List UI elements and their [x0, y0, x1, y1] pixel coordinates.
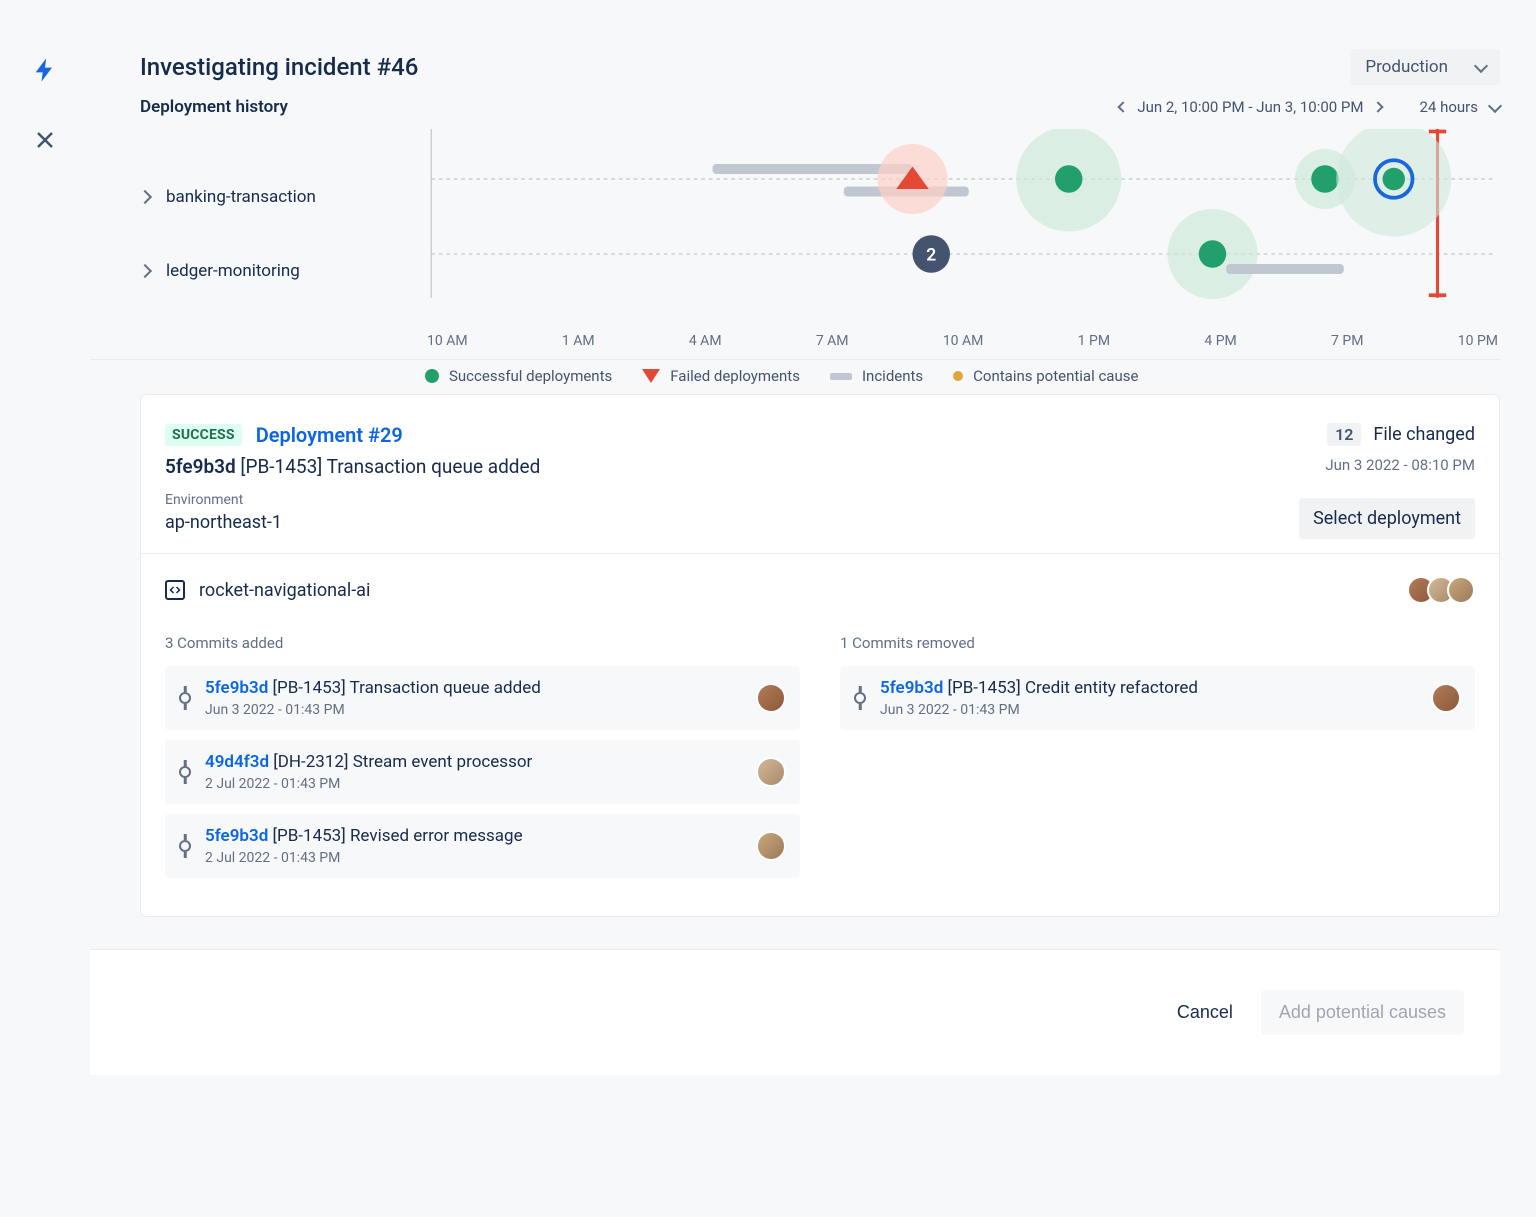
bolt-icon	[31, 56, 59, 88]
avatar	[756, 757, 786, 787]
file-count-badge: 12	[1327, 423, 1361, 446]
lane-label: banking-transaction	[166, 187, 316, 207]
environment-label: Environment	[165, 492, 540, 508]
cancel-button[interactable]: Cancel	[1177, 1002, 1233, 1023]
chevron-down-icon	[1474, 58, 1488, 72]
chevron-down-icon	[1488, 98, 1502, 112]
legend-potential: Contains potential cause	[953, 367, 1138, 385]
avatar	[756, 831, 786, 861]
select-deployment-button[interactable]: Select deployment	[1299, 498, 1475, 539]
page-title: Investigating incident #46	[140, 53, 418, 81]
status-badge: SUCCESS	[165, 424, 242, 446]
repo-link[interactable]: rocket-navigational-ai	[165, 580, 370, 601]
time-range-label: Jun 2, 10:00 PM - Jun 3, 10:00 PM	[1137, 98, 1363, 116]
close-icon[interactable]	[33, 128, 57, 156]
environment-selector[interactable]: Production	[1351, 49, 1500, 85]
x-axis-ticks: 10 AM1 AM4 AM7 AM10 AM1 PM4 PM7 PM10 PM	[425, 333, 1500, 349]
file-changed-row[interactable]: 12 File changed	[1299, 423, 1475, 446]
prev-range-icon[interactable]	[1118, 101, 1129, 112]
avatar	[756, 683, 786, 713]
lane-ledger-monitoring[interactable]: ledger-monitoring	[140, 261, 425, 281]
code-icon	[165, 580, 185, 600]
section-title: Deployment history	[140, 97, 288, 117]
chevron-right-icon	[138, 264, 152, 278]
deployment-timeline-chart[interactable]: 2	[425, 129, 1500, 329]
legend-incidents: Incidents	[830, 367, 923, 385]
legend-failed: Failed deployments	[642, 367, 800, 385]
commits-removed-heading: 1 Commits removed	[840, 634, 1475, 652]
svg-text:2: 2	[926, 245, 936, 265]
environment-label: Production	[1365, 57, 1448, 77]
time-range-nav: Jun 2, 10:00 PM - Jun 3, 10:00 PM	[1119, 98, 1381, 116]
commit-icon	[179, 840, 191, 852]
next-range-icon[interactable]	[1372, 101, 1383, 112]
deployment-title-link[interactable]: Deployment #29	[256, 423, 403, 447]
environment-value: ap-northeast-1	[165, 512, 540, 533]
commit-row[interactable]: 49d4f3d [DH-2312] Stream event processor…	[165, 740, 800, 804]
deployment-commit: 5fe9b3d [PB-1453] Transaction queue adde…	[165, 455, 540, 478]
commit-row[interactable]: 5fe9b3d [PB-1453] Credit entity refactor…	[840, 666, 1475, 730]
avatar	[1431, 683, 1461, 713]
chevron-right-icon	[138, 190, 152, 204]
deployment-timestamp: Jun 3 2022 - 08:10 PM	[1299, 456, 1475, 474]
add-potential-causes-button[interactable]: Add potential causes	[1261, 990, 1464, 1035]
commit-icon	[854, 692, 866, 704]
file-changed-label: File changed	[1373, 424, 1475, 445]
time-window-selector[interactable]: 24 hours	[1420, 98, 1501, 116]
avatar	[1447, 576, 1475, 604]
commit-row[interactable]: 5fe9b3d [PB-1453] Revised error message …	[165, 814, 800, 878]
repo-name: rocket-navigational-ai	[199, 580, 370, 601]
deployment-card: SUCCESS Deployment #29 5fe9b3d [PB-1453]…	[140, 394, 1500, 917]
lane-label: ledger-monitoring	[166, 261, 300, 281]
lane-banking-transaction[interactable]: banking-transaction	[140, 187, 425, 207]
legend-success: Successful deployments	[425, 367, 612, 385]
time-window-label: 24 hours	[1420, 98, 1479, 116]
commits-added-heading: 3 Commits added	[165, 634, 800, 652]
commit-icon	[179, 692, 191, 704]
contributor-avatars[interactable]	[1415, 576, 1475, 604]
commit-row[interactable]: 5fe9b3d [PB-1453] Transaction queue adde…	[165, 666, 800, 730]
commit-icon	[179, 766, 191, 778]
